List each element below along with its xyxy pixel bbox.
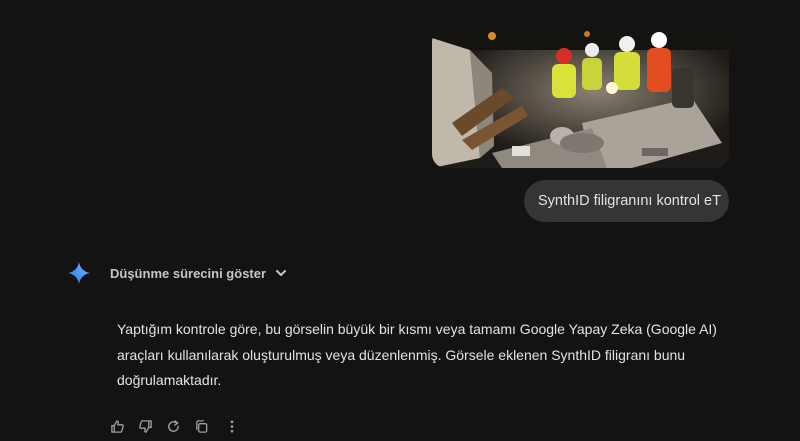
user-uploaded-image[interactable] [432, 28, 729, 168]
user-message-bubble: SynthID filigranını kontrol eT [524, 180, 729, 222]
thumbs-down-button[interactable] [136, 417, 154, 435]
rescue-scene-photo [432, 28, 729, 168]
show-thinking-toggle[interactable]: Düşünme sürecini göster [110, 262, 288, 284]
regenerate-button[interactable] [164, 417, 182, 435]
thumbs-up-button[interactable] [108, 417, 126, 435]
more-options-button[interactable] [226, 417, 238, 435]
more-options-icon [230, 420, 234, 432]
regenerate-icon [167, 419, 179, 432]
response-actions-bar [108, 417, 238, 435]
chevron-down-icon [276, 270, 287, 276]
gemini-sparkle-icon [67, 261, 91, 285]
assistant-response-text: Yaptığım kontrole göre, bu görselin büyü… [117, 321, 717, 388]
thumbs-up-icon [110, 419, 124, 433]
copy-button[interactable] [192, 417, 210, 435]
show-thinking-label: Düşünme sürecini göster [110, 265, 267, 281]
copy-icon [195, 419, 207, 433]
thumbs-down-icon [138, 419, 152, 433]
